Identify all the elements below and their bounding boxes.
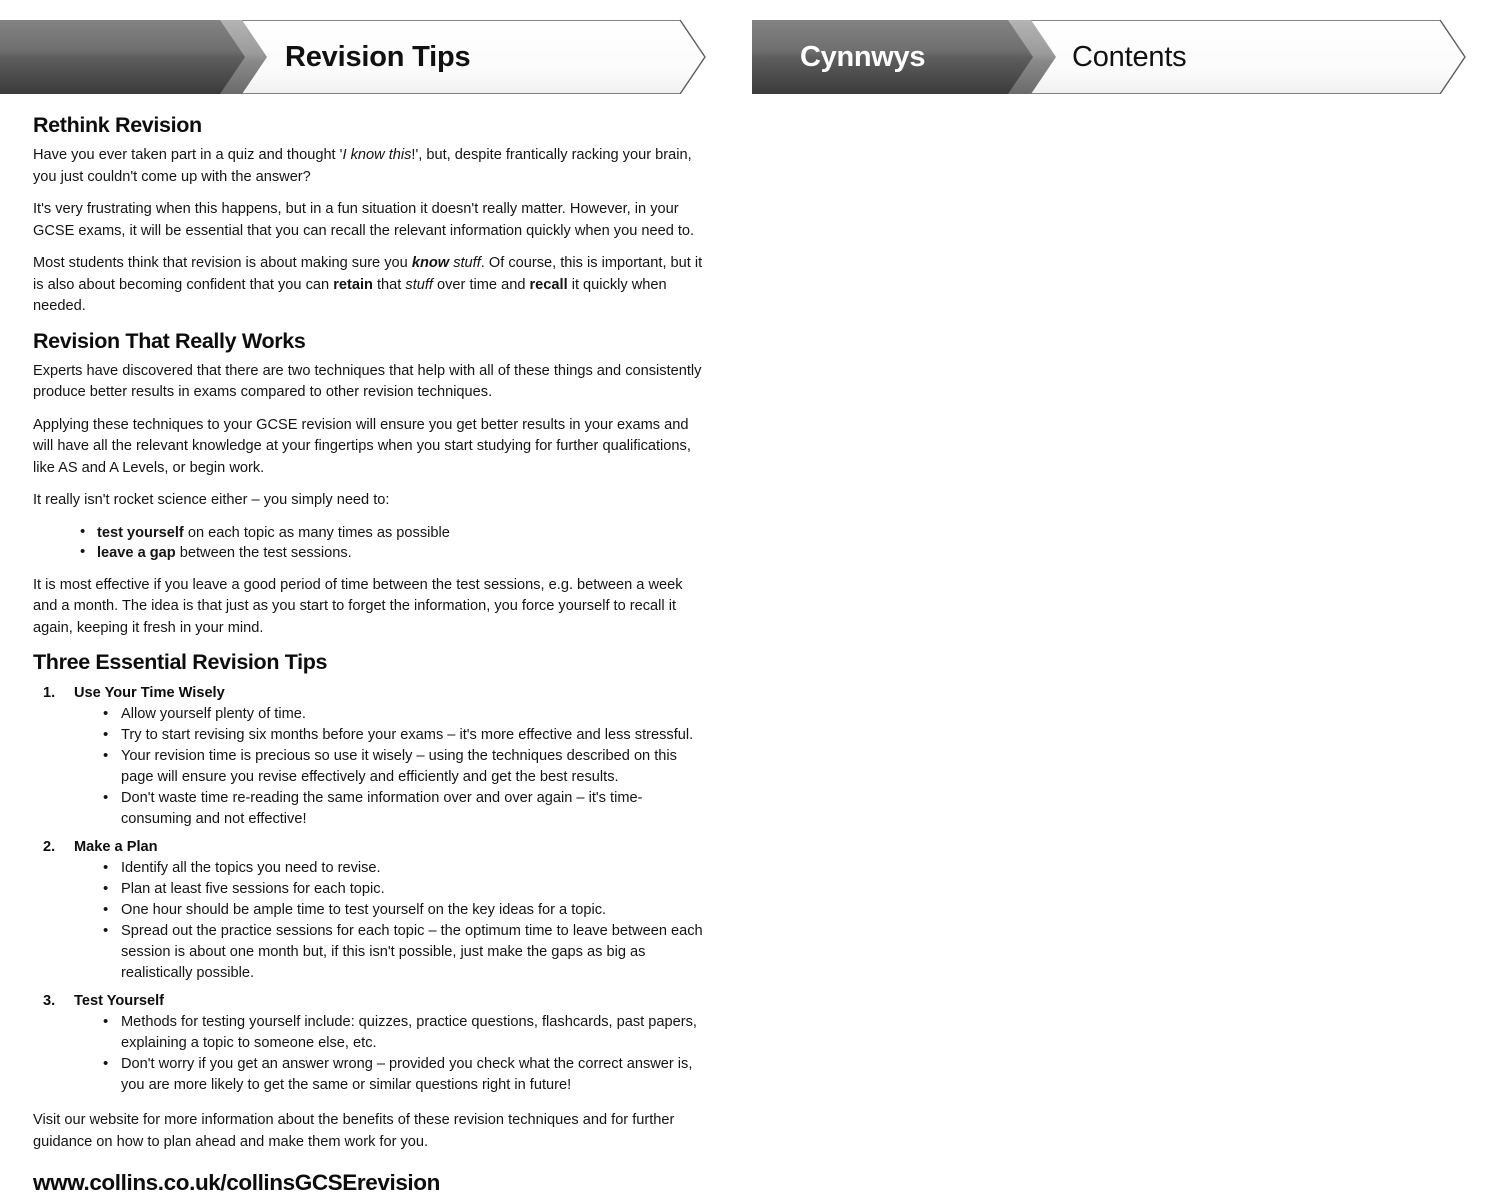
step-3-number: 3. <box>43 993 56 1009</box>
step-3-heading: 3. Test Yourself <box>33 990 705 1012</box>
revision-tips-header-banner: Revision Tips <box>0 20 706 94</box>
step-1-heading: 1. Use Your Time Wisely <box>33 682 705 704</box>
contents-header-banner: Cynnwys Contents <box>752 20 1466 94</box>
paragraph-works-3: It really isn't rocket science either – … <box>33 492 390 508</box>
list-item: Plan at least five sessions for each top… <box>103 878 705 900</box>
list-item: Allow yourself plenty of time. <box>103 703 705 725</box>
right-page-title-english: Contents <box>1072 40 1187 73</box>
step-3: 3. Test Yourself Methods for testing you… <box>33 990 705 1096</box>
list-item: Don't waste time re-reading the same inf… <box>103 787 705 830</box>
list-item: leave a gap between the test sessions. <box>80 542 705 564</box>
step-1-items: Allow yourself plenty of time. Try to st… <box>33 703 705 830</box>
step-1-title: Use Your Time Wisely <box>74 685 225 701</box>
heading-three-essential-tips: Three Essential Revision Tips <box>33 650 328 674</box>
left-page: Revision Tips Rethink Revision Have you … <box>0 0 750 1195</box>
step-1-number: 1. <box>43 685 56 701</box>
banner-chevron-dark <box>0 20 245 94</box>
techniques-bullet-list: test yourself on each topic as many time… <box>33 522 705 564</box>
step-2-number: 2. <box>43 839 56 855</box>
list-item: Identify all the topics you need to revi… <box>103 857 705 879</box>
list-item: test yourself on each topic as many time… <box>80 522 705 544</box>
step-2-heading: 2. Make a Plan <box>33 836 705 858</box>
list-item: Try to start revising six months before … <box>103 724 705 746</box>
revision-tips-steps: 1. Use Your Time Wisely Allow yourself p… <box>33 682 705 1096</box>
list-item: Your revision time is precious so use it… <box>103 745 705 788</box>
step-3-title: Test Yourself <box>74 993 165 1009</box>
right-page: Cynnwys Contents Topic-based Questions C… <box>750 0 1500 1061</box>
step-3-items: Methods for testing yourself include: qu… <box>33 1011 705 1096</box>
step-2-items: Identify all the topics you need to revi… <box>33 857 705 984</box>
step-1: 1. Use Your Time Wisely Allow yourself p… <box>33 682 705 830</box>
paragraph-rethink-1: Have you ever taken part in a quiz and t… <box>33 147 692 185</box>
list-item: One hour should be ample time to test yo… <box>103 899 705 921</box>
paragraph-spacing-effect: It is most effective if you leave a good… <box>33 576 683 636</box>
paragraph-rethink-2: It's very frustrating when this happens,… <box>33 201 695 239</box>
left-page-title: Revision Tips <box>285 40 471 73</box>
paragraph-works-2: Applying these techniques to your GCSE r… <box>33 416 691 476</box>
list-item: Spread out the practice sessions for eac… <box>103 920 705 984</box>
page-spread: Revision Tips Rethink Revision Have you … <box>0 0 1500 1195</box>
outro-paragraph: Visit our website for more information a… <box>33 1112 675 1150</box>
list-item: Methods for testing yourself include: qu… <box>103 1011 705 1054</box>
paragraph-works-1: Experts have discovered that there are t… <box>33 362 702 401</box>
step-2-title: Make a Plan <box>74 839 158 855</box>
website-url[interactable]: www.collins.co.uk/collinsGCSErevision <box>33 1170 705 1196</box>
heading-rethink-revision: Rethink Revision <box>33 113 202 137</box>
heading-revision-that-really-works: Revision That Really Works <box>33 328 306 353</box>
left-page-content: Rethink Revision Have you ever taken par… <box>33 113 705 1196</box>
step-2: 2. Make a Plan Identify all the topics y… <box>33 836 705 984</box>
paragraph-rethink-3: Most students think that revision is abo… <box>33 255 703 314</box>
list-item: Don't worry if you get an answer wrong –… <box>103 1053 705 1096</box>
right-page-title-welsh: Cynnwys <box>800 40 926 73</box>
